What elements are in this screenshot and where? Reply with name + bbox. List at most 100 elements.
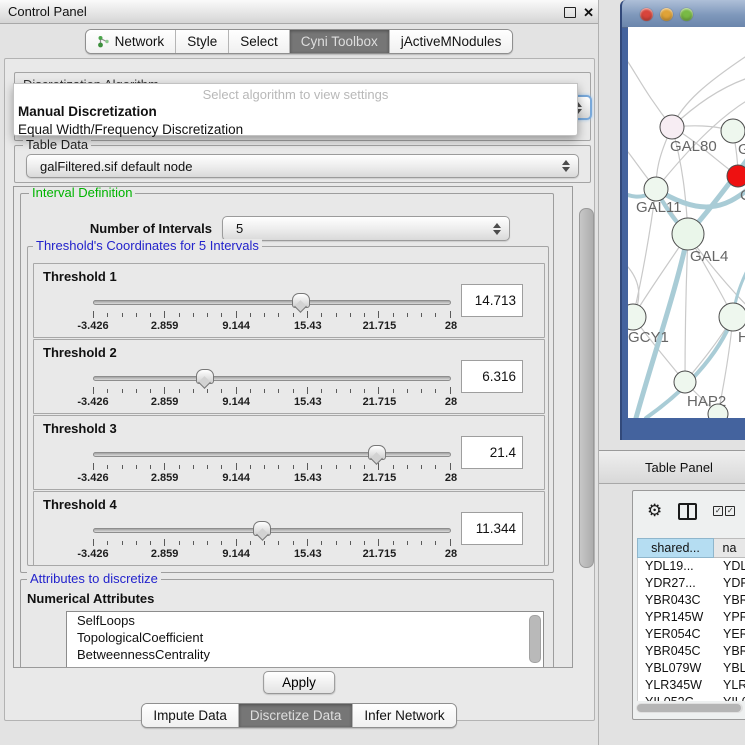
tab-impute-data[interactable]: Impute Data — [142, 704, 239, 727]
threshold-value-field[interactable]: 11.344 — [461, 512, 523, 545]
network-node-gal11[interactable] — [644, 177, 668, 201]
close-traffic-light[interactable] — [640, 8, 653, 21]
table-row[interactable]: YBR045CYBR0 — [638, 643, 745, 660]
slider-track[interactable] — [93, 452, 451, 457]
dropdown-item-equal-width-frequency[interactable]: Equal Width/Frequency Discretization — [14, 121, 577, 139]
slider-tick-labels: -3.4262.8599.14415.4321.71528 — [93, 396, 451, 408]
control-panel-title: Control Panel — [8, 4, 87, 19]
slider-thumb[interactable] — [292, 293, 310, 308]
attributes-list-scrollbar[interactable] — [529, 615, 541, 663]
table-row[interactable]: YIL052CYIL0 — [638, 694, 745, 701]
slider-ticks — [93, 311, 451, 318]
network-node-label: H — [738, 329, 745, 346]
table-row[interactable]: YER054CYER0 — [638, 626, 745, 643]
slider-track[interactable] — [93, 376, 451, 381]
bottom-tab-bar: Impute DataDiscretize DataInfer Network — [0, 703, 598, 728]
threshold-label: Threshold 4 — [43, 497, 117, 512]
tab-jactivemnodules[interactable]: jActiveMNodules — [390, 30, 513, 53]
float-window-icon[interactable] — [564, 7, 576, 18]
number-of-intervals-combo[interactable]: 5 — [222, 216, 510, 241]
interval-definition-group: Interval Definition Number of Intervals … — [20, 193, 554, 573]
control-panel-titlebar: Control Panel ✕ — [0, 0, 598, 24]
attribute-item-topologicalcoefficient[interactable]: TopologicalCoefficient — [67, 629, 543, 646]
table-hscrollbar-thumb[interactable] — [637, 704, 741, 712]
network-node-g[interactable] — [721, 119, 745, 143]
network-node-label: GAL11 — [636, 199, 682, 216]
threshold-label: Threshold 1 — [43, 269, 117, 284]
checkbox-icon: ✓ — [713, 506, 723, 516]
numerical-attributes-list[interactable]: SelfLoopsTopologicalCoefficientBetweenne… — [66, 611, 544, 668]
slider-thumb[interactable] — [368, 445, 386, 460]
algorithm-dropdown-popup: Select algorithm to view settings Manual… — [13, 83, 578, 136]
tab-discretize-data[interactable]: Discretize Data — [239, 704, 354, 727]
slider-track[interactable] — [93, 528, 451, 533]
threshold-slider[interactable]: -3.4262.8599.14415.4321.71528 — [93, 292, 451, 332]
apply-button[interactable]: Apply — [263, 671, 335, 694]
checkbox-icon: ✓ — [725, 506, 735, 516]
minimize-traffic-light[interactable] — [660, 8, 673, 21]
settings-scrollbar[interactable] — [577, 188, 595, 666]
network-node-label: GAL4 — [690, 248, 728, 265]
cell-shared-name: YDR27... — [638, 575, 715, 592]
table-toolbar: ⚙ ✓ ✓ — [633, 491, 745, 531]
threshold-slider[interactable]: -3.4262.8599.14415.4321.71528 — [93, 520, 451, 560]
table-row[interactable]: YDL19...YDL1 — [638, 558, 745, 575]
threshold-value-field[interactable]: 21.4 — [461, 436, 523, 469]
table-row[interactable]: YDR27...YDR2 — [638, 575, 745, 592]
tab-network[interactable]: Network — [86, 30, 177, 53]
slider-thumb[interactable] — [253, 521, 271, 536]
column-header-shared-name[interactable]: shared... — [637, 538, 714, 558]
slider-tick-labels: -3.4262.8599.14415.4321.71528 — [93, 548, 451, 560]
gear-icon[interactable]: ⚙ — [647, 503, 662, 520]
network-node-hap2[interactable] — [674, 371, 696, 393]
number-of-intervals-label: Number of Intervals — [76, 221, 212, 236]
slider-track[interactable] — [93, 300, 451, 305]
cell-shared-name: YBR045C — [638, 643, 715, 660]
settings-scrollbar-thumb[interactable] — [579, 208, 594, 568]
network-node-h[interactable] — [719, 303, 745, 331]
table-horizontal-scrollbar[interactable] — [636, 703, 743, 713]
tab-style[interactable]: Style — [176, 30, 229, 53]
slider-tick-labels: -3.4262.8599.14415.4321.71528 — [93, 472, 451, 484]
table-header-row: shared... na — [637, 538, 745, 558]
slider-thumb[interactable] — [196, 369, 214, 384]
zoom-traffic-light[interactable] — [680, 8, 693, 21]
attribute-item-selfloops[interactable]: SelfLoops — [67, 612, 543, 629]
close-icon[interactable]: ✕ — [583, 6, 594, 19]
threshold-slider[interactable]: -3.4262.8599.14415.4321.71528 — [93, 368, 451, 408]
column-header-name[interactable]: na — [714, 538, 745, 558]
threshold-value-field[interactable]: 6.316 — [461, 360, 523, 393]
threshold-value-field[interactable]: 14.713 — [461, 284, 523, 317]
threshold-slider[interactable]: -3.4262.8599.14415.4321.71528 — [93, 444, 451, 484]
attribute-item-betweennesscentrality[interactable]: BetweennessCentrality — [67, 646, 543, 663]
network-icon — [97, 35, 110, 48]
cell-name: YDR2 — [715, 575, 745, 592]
network-node-gal4[interactable] — [672, 218, 704, 250]
cell-shared-name: YDL19... — [638, 558, 715, 575]
network-canvas[interactable]: GAL80GCGAL11GAL4GCY1HHAP2 — [628, 27, 745, 418]
cell-shared-name: YLR345W — [638, 677, 715, 694]
network-node-c[interactable] — [727, 165, 745, 187]
table-data-combo[interactable]: galFiltered.sif default node — [26, 154, 579, 178]
network-node-label: G — [738, 141, 745, 158]
network-graph[interactable]: GAL80GCGAL11GAL4GCY1HHAP2 — [628, 27, 745, 418]
table-panel-title: Table Panel — [645, 460, 713, 475]
threshold-panel-4: Threshold 4 -3.4262.8599.14415.4321.71528… — [33, 491, 545, 566]
network-node-label: GCY1 — [628, 329, 669, 346]
network-node-gcy1[interactable] — [628, 304, 646, 330]
network-node-gal80[interactable] — [660, 115, 684, 139]
columns-icon[interactable] — [678, 503, 697, 520]
table-row[interactable]: YBR043CYBR0 — [638, 592, 745, 609]
number-of-intervals-value: 5 — [236, 221, 243, 236]
tab-cyni-toolbox[interactable]: Cyni Toolbox — [290, 30, 390, 53]
table-row[interactable]: YPR145WYPR1 — [638, 609, 745, 626]
dropdown-item-manual-discretization[interactable]: Manual Discretization — [14, 103, 577, 121]
top-tab-group: NetworkStyleSelectCyni ToolboxjActiveMNo… — [85, 29, 514, 54]
tab-infer-network[interactable]: Infer Network — [353, 704, 455, 727]
table-row[interactable]: YBL079WYBL0 — [638, 660, 745, 677]
cell-name: YLR3 — [715, 677, 745, 694]
tab-select[interactable]: Select — [229, 30, 290, 53]
table-row[interactable]: YLR345WYLR3 — [638, 677, 745, 694]
attributes-group: Attributes to discretize Numerical Attri… — [20, 579, 554, 668]
checkboxes-icon[interactable]: ✓ ✓ — [713, 506, 735, 516]
